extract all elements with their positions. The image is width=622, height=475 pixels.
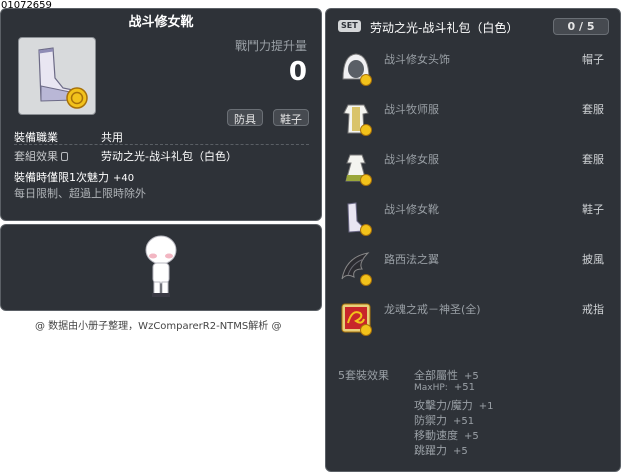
set-panel: SET 劳动之光-战斗礼包（白色） 0 / 5 战斗修女头饰 帽子 战斗牧师服 … <box>325 8 621 472</box>
item-name: 战斗修女靴 <box>128 15 194 30</box>
set-title: 劳动之光-战斗礼包（白色） <box>370 21 519 35</box>
set-bonus: MaxHP: +51 <box>414 382 475 393</box>
set-bonus: 跳躍力 +5 <box>414 444 468 457</box>
item-icon-frame <box>18 37 96 115</box>
priest-robe-icon <box>343 104 372 136</box>
set-item[interactable]: 战斗修女服 套服 <box>336 149 612 189</box>
equip-limit: 裝備時僅限1次魅力 +40 <box>14 169 134 185</box>
set-effect-label: 套組效果 <box>14 150 58 163</box>
set-bonus: 防禦力 +51 <box>414 414 475 427</box>
set-item-name: 战斗修女靴 <box>384 203 439 216</box>
set-item-name: 战斗修女头饰 <box>384 53 450 66</box>
category-tag: 防具 <box>227 109 263 126</box>
avatar-icon <box>145 235 177 297</box>
set-item[interactable]: 战斗修女靴 鞋子 <box>336 199 612 239</box>
power-label: 戰鬥力提升量 <box>234 39 307 53</box>
job-row: 裝備職業 共用 <box>14 128 309 145</box>
set-item-slot: 套服 <box>582 103 604 116</box>
set-bonus: 移動速度 +5 <box>414 429 479 442</box>
equip-limit-text: 裝備時僅限1次魅力 <box>14 171 109 184</box>
set-item-slot: 套服 <box>582 153 604 166</box>
nun-dress-icon <box>345 154 372 186</box>
equip-limit-value: +40 <box>113 173 135 184</box>
credit-text: @ 数据由小册子整理，WzComparerR2-NTMS解析 @ <box>35 321 282 332</box>
set-item-slot: 披風 <box>582 253 604 266</box>
job-value: 共用 <box>101 131 123 144</box>
set-item[interactable]: 战斗修女头饰 帽子 <box>336 49 612 89</box>
set-item-name: 龙魂之戒－神圣(全) <box>384 303 481 316</box>
set-count: 0 / 5 <box>553 18 609 35</box>
set-bonus: 攻擊力/魔力 +1 <box>414 399 494 412</box>
set-item-slot: 帽子 <box>582 53 604 66</box>
set-item[interactable]: 战斗牧师服 套服 <box>336 99 612 139</box>
character-preview <box>0 224 322 311</box>
set-item-name: 路西法之翼 <box>384 253 439 266</box>
set-bonus-list: 全部屬性 +5 MaxHP: +51 攻擊力/魔力 +1 防禦力 +51 移動速度 +5 … <box>414 367 493 457</box>
set-name: 劳动之光-战斗礼包（白色） <box>101 150 237 163</box>
set-item-name: 战斗修女服 <box>384 153 439 166</box>
set-bonus-label: 5套裝效果 <box>338 369 389 382</box>
dragon-ring-icon <box>341 303 372 336</box>
set-item-name: 战斗牧师服 <box>384 103 439 116</box>
dark-wing-icon <box>341 252 372 286</box>
set-badge: SET <box>338 20 361 32</box>
boot-icon <box>347 202 372 236</box>
set-item[interactable]: 路西法之翼 披風 <box>336 249 612 289</box>
job-label: 裝備職業 <box>14 131 58 144</box>
set-item-slot: 鞋子 <box>582 203 604 216</box>
daily-limit-text: 每日限制、超過上限時除外 <box>14 187 146 200</box>
hood-icon <box>342 53 372 86</box>
set-item[interactable]: 龙魂之戒－神圣(全) 戒指 <box>336 299 612 339</box>
set-effect-row: 套組效果 劳动之光-战斗礼包（白色） <box>14 148 237 164</box>
boot-icon <box>38 47 88 109</box>
set-item-slot: 戒指 <box>582 303 604 316</box>
set-bonus: 全部屬性 +5 <box>414 369 479 382</box>
subcategory-tag: 鞋子 <box>273 109 309 126</box>
item-tooltip-card: 战斗修女靴 戰鬥力提升量 0 防具 鞋子 裝備職業 共用 套組效果 劳动之光-战… <box>0 8 322 221</box>
power-value: 0 <box>288 57 307 87</box>
lock-icon <box>61 152 68 161</box>
